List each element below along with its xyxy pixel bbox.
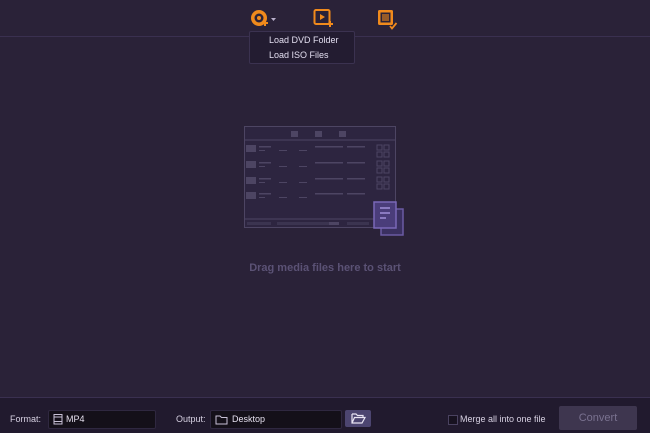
folder-icon	[215, 415, 228, 425]
menu-item-load-dvd-folder[interactable]: Load DVD Folder	[269, 33, 339, 47]
load-disc-menu: Load DVD Folder Load ISO Files	[249, 31, 355, 64]
load-disc-button[interactable]	[249, 8, 279, 30]
toolbox-icon	[378, 10, 398, 30]
convert-button[interactable]: Convert	[559, 406, 637, 430]
output-label: Output:	[176, 414, 206, 424]
drag-hint-text: Drag media files here to start	[249, 262, 401, 274]
drop-zone-illustration[interactable]	[243, 125, 405, 237]
merge-label: Merge all into one file	[460, 414, 546, 424]
disc-plus-icon	[251, 10, 276, 26]
video-file-icon	[53, 414, 63, 425]
menu-item-load-iso-files[interactable]: Load ISO Files	[269, 48, 329, 62]
add-files-button[interactable]	[313, 8, 335, 30]
video-plus-icon	[313, 9, 333, 27]
output-path-field[interactable]: Desktop	[210, 410, 342, 429]
toolbox-button[interactable]	[376, 8, 398, 30]
output-value: Desktop	[232, 414, 266, 424]
file-list-illustration	[244, 126, 404, 236]
format-label: Format:	[10, 414, 42, 424]
format-select[interactable]: MP4	[48, 410, 156, 429]
open-folder-icon	[351, 413, 367, 424]
merge-checkbox[interactable]	[448, 415, 458, 425]
chevron-down-icon	[271, 18, 276, 21]
browse-folder-button[interactable]	[345, 410, 371, 427]
format-value: MP4	[66, 414, 85, 424]
